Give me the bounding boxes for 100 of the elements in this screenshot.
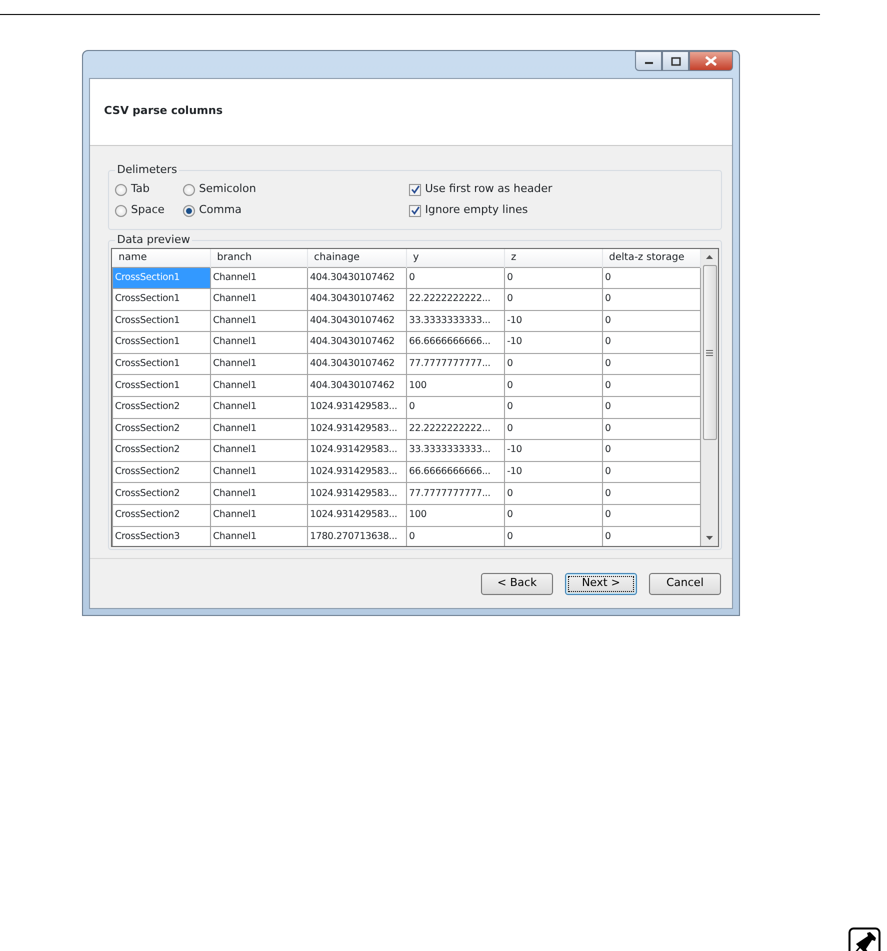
dialog-title: CSV parse columns bbox=[104, 103, 224, 119]
grip-icon bbox=[706, 350, 713, 356]
table-cell: 0 bbox=[602, 418, 700, 440]
table-cell: 0 bbox=[602, 332, 700, 354]
table-cell: CrossSection1 bbox=[112, 288, 210, 310]
table-cell: CrossSection2 bbox=[112, 396, 210, 418]
column-header[interactable]: name bbox=[112, 249, 210, 267]
table-cell: 0 bbox=[504, 374, 602, 397]
checkbox-option[interactable]: Use first row as header bbox=[409, 179, 552, 200]
table-cell: Channel1 bbox=[210, 288, 308, 310]
table-cell: 0 bbox=[504, 482, 602, 505]
table-cell: -10 bbox=[504, 440, 602, 462]
table-cell: 0 bbox=[504, 288, 602, 310]
radio-option[interactable]: Comma bbox=[183, 200, 323, 221]
table-cell: 404.30430107462 bbox=[308, 332, 406, 354]
table-cell: 0 bbox=[504, 418, 602, 440]
column-header[interactable]: chainage bbox=[308, 249, 406, 267]
close-button[interactable] bbox=[689, 51, 733, 71]
column-header[interactable]: branch bbox=[210, 249, 308, 267]
radio-button[interactable] bbox=[183, 184, 195, 196]
table-cell: 0 bbox=[504, 504, 602, 526]
table-cell: 77.7777777777... bbox=[406, 482, 504, 505]
table-cell: 1024.931429583... bbox=[308, 504, 406, 526]
table-cell: CrossSection2 bbox=[112, 482, 210, 505]
table-cell: -10 bbox=[504, 310, 602, 332]
maximize-button[interactable] bbox=[662, 51, 689, 71]
table-cell: 100 bbox=[406, 374, 504, 397]
table-cell: 66.6666666666... bbox=[406, 461, 504, 483]
table-cell: 66.6666666666... bbox=[406, 332, 504, 354]
table-cell: 33.3333333333... bbox=[406, 440, 504, 462]
table-cell: CrossSection1 bbox=[112, 332, 210, 354]
table-cell: CrossSection1 bbox=[112, 267, 210, 289]
column-header[interactable]: delta-z storage bbox=[602, 249, 700, 267]
table-cell: 0 bbox=[504, 396, 602, 418]
table-cell: 0 bbox=[602, 504, 700, 526]
table-cell: 1024.931429583... bbox=[308, 482, 406, 505]
table-cell: 22.2222222222... bbox=[406, 418, 504, 440]
column-header[interactable]: z bbox=[504, 249, 602, 267]
table-cell: 0 bbox=[602, 310, 700, 332]
table-cell: 33.3333333333... bbox=[406, 310, 504, 332]
table-cell: -10 bbox=[504, 461, 602, 483]
table-cell: Channel1 bbox=[210, 482, 308, 505]
table-cell: CrossSection2 bbox=[112, 461, 210, 483]
table-cell: 22.2222222222... bbox=[406, 288, 504, 310]
radio-button[interactable] bbox=[183, 204, 195, 216]
scrollbar[interactable] bbox=[701, 249, 718, 546]
radio-button[interactable] bbox=[115, 184, 127, 196]
table-cell: -10 bbox=[504, 332, 602, 354]
table-cell: 404.30430107462 bbox=[308, 267, 406, 289]
table-cell: Channel1 bbox=[210, 374, 308, 397]
table-cell: 1024.931429583... bbox=[308, 418, 406, 440]
table-cell: 0 bbox=[602, 288, 700, 310]
radio-button[interactable] bbox=[115, 204, 127, 216]
table-cell: 1024.931429583... bbox=[308, 461, 406, 483]
dialog-button[interactable]: Next > bbox=[565, 572, 637, 594]
table-cell: 404.30430107462 bbox=[308, 353, 406, 375]
group-label: Data preview bbox=[115, 233, 192, 247]
table-cell: Channel1 bbox=[210, 440, 308, 462]
radio-option[interactable]: Space bbox=[115, 200, 183, 221]
table-cell: 1024.931429583... bbox=[308, 440, 406, 462]
table-cell: CrossSection3 bbox=[112, 526, 210, 546]
table-cell: Channel1 bbox=[210, 332, 308, 354]
table-cell: 0 bbox=[504, 267, 602, 289]
table-cell: CrossSection1 bbox=[112, 310, 210, 332]
table-cell: 0 bbox=[602, 461, 700, 483]
dialog-button[interactable]: Cancel bbox=[649, 572, 721, 594]
table-cell: 1024.931429583... bbox=[308, 396, 406, 418]
dialog-button[interactable]: < Back bbox=[481, 572, 553, 594]
radio-option[interactable]: Semicolon bbox=[183, 179, 323, 200]
minimize-button[interactable] bbox=[635, 51, 662, 71]
table-cell: CrossSection2 bbox=[112, 418, 210, 440]
table-cell: Channel1 bbox=[210, 396, 308, 418]
checkbox-option[interactable]: Ignore empty lines bbox=[409, 200, 552, 221]
scroll-thumb[interactable] bbox=[702, 265, 716, 440]
table-cell: 0 bbox=[504, 526, 602, 546]
table-cell: Channel1 bbox=[210, 504, 308, 526]
pushpin-icon bbox=[848, 927, 881, 951]
table-cell: 0 bbox=[406, 267, 504, 289]
table-cell: 77.7777777777... bbox=[406, 353, 504, 375]
table-cell: 0 bbox=[602, 396, 700, 418]
table-cell: Channel1 bbox=[210, 267, 308, 289]
table-cell: 100 bbox=[406, 504, 504, 526]
table-cell: 0 bbox=[602, 440, 700, 462]
table-cell: Channel1 bbox=[210, 526, 308, 546]
close-icon bbox=[705, 56, 717, 66]
table-cell: Channel1 bbox=[210, 418, 308, 440]
checkbox[interactable] bbox=[409, 184, 421, 196]
table-cell: 0 bbox=[602, 267, 700, 289]
table-cell: 404.30430107462 bbox=[308, 288, 406, 310]
checkbox[interactable] bbox=[409, 204, 421, 216]
table-cell: 0 bbox=[406, 526, 504, 546]
table-cell: 404.30430107462 bbox=[308, 374, 406, 397]
table-cell: 404.30430107462 bbox=[308, 310, 406, 332]
table-cell: 0 bbox=[504, 353, 602, 375]
table-cell: 0 bbox=[602, 482, 700, 505]
table-cell: 0 bbox=[602, 374, 700, 397]
table-cell: CrossSection1 bbox=[112, 374, 210, 397]
table-cell: Channel1 bbox=[210, 461, 308, 483]
column-header[interactable]: y bbox=[406, 249, 504, 267]
radio-option[interactable]: Tab bbox=[115, 179, 183, 200]
